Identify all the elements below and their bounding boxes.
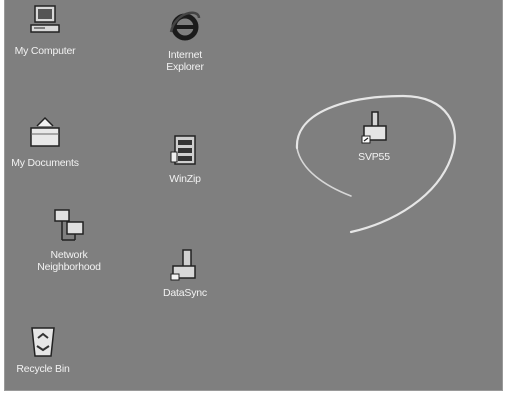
desktop-icon-datasync[interactable]: DataSync bbox=[137, 244, 233, 299]
winzip-icon bbox=[165, 130, 205, 170]
desktop-icon-label: Recycle Bin bbox=[16, 363, 70, 375]
desktop-icon-label: My Documents bbox=[11, 157, 79, 169]
desktop-icon-winzip[interactable]: WinZip bbox=[137, 130, 233, 185]
internet-explorer-icon bbox=[165, 6, 205, 46]
desktop-icon-label: SVP55 bbox=[358, 151, 390, 163]
desktop-icon-label: Network Neighborhood bbox=[37, 249, 101, 273]
desktop-icon-my-documents[interactable]: My Documents bbox=[5, 114, 93, 169]
my-documents-icon bbox=[25, 114, 65, 154]
desktop-icon-label: DataSync bbox=[163, 287, 207, 299]
my-computer-icon bbox=[25, 2, 65, 42]
svp55-shortcut-icon bbox=[354, 108, 394, 148]
desktop: My Computer Internet Explorer My Documen… bbox=[4, 0, 503, 391]
network-neighborhood-icon bbox=[49, 206, 89, 246]
recycle-bin-icon bbox=[23, 320, 63, 360]
desktop-icon-network-neighborhood[interactable]: Network Neighborhood bbox=[21, 206, 117, 273]
desktop-icon-my-computer[interactable]: My Computer bbox=[5, 2, 93, 57]
desktop-icon-label: WinZip bbox=[169, 173, 201, 185]
desktop-icon-label: Internet Explorer bbox=[166, 49, 204, 73]
desktop-icon-recycle-bin[interactable]: Recycle Bin bbox=[5, 320, 91, 375]
desktop-icon-svp55[interactable]: SVP55 bbox=[326, 108, 422, 163]
desktop-icon-label: My Computer bbox=[14, 45, 76, 57]
desktop-icon-internet-explorer[interactable]: Internet Explorer bbox=[137, 6, 233, 73]
datasync-icon bbox=[165, 244, 205, 284]
